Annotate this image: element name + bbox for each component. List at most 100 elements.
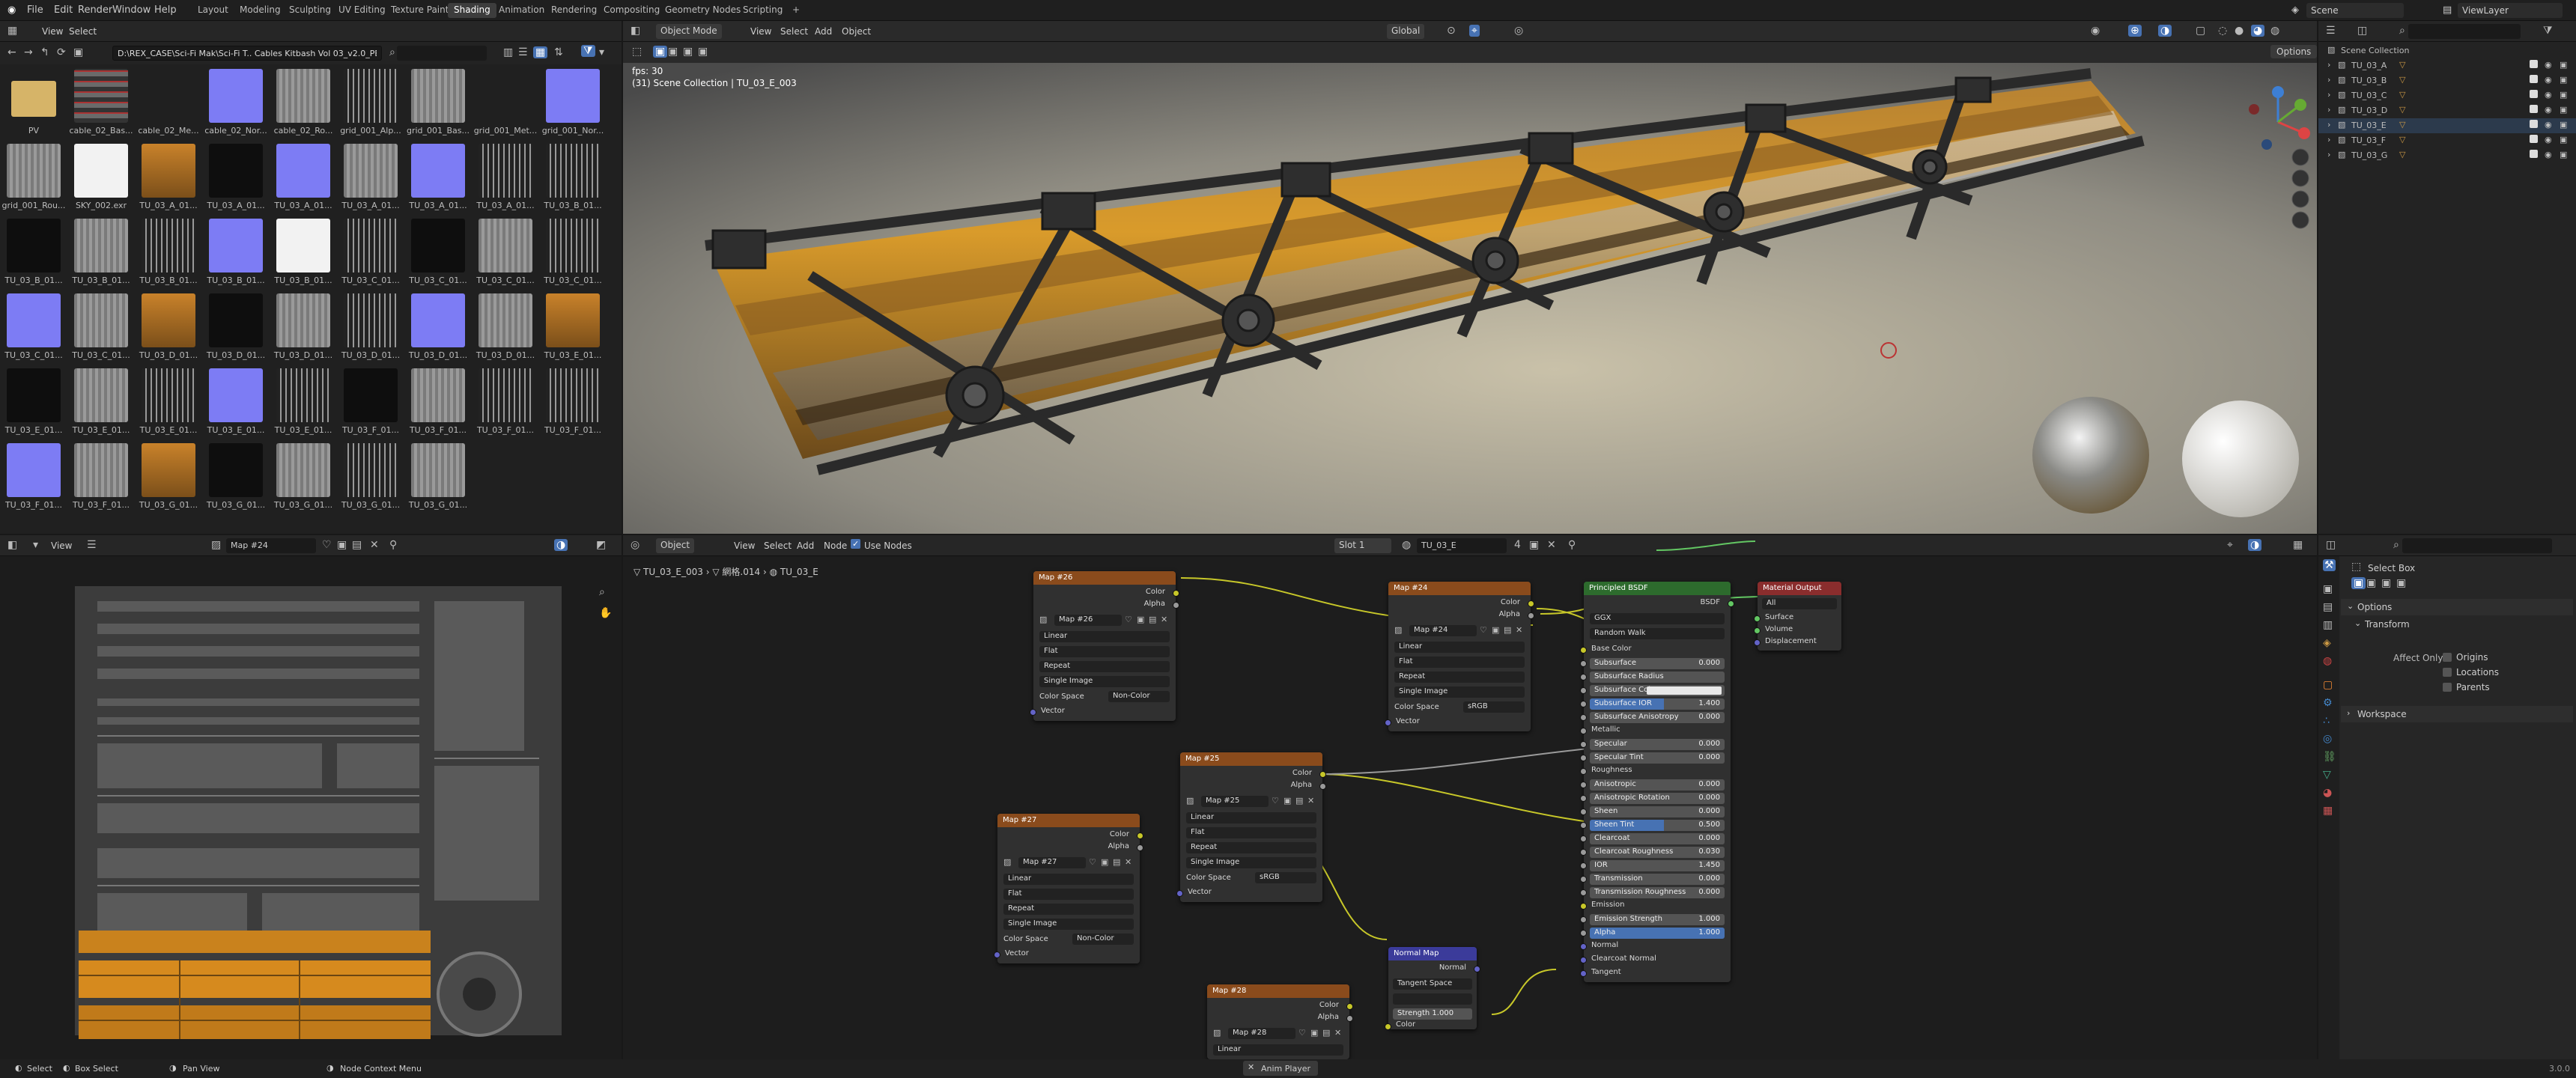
interpolation-dropdown[interactable]: Linear [1213,1044,1343,1056]
transform-subpanel-header[interactable]: ⌄ Transform [2348,616,2573,633]
open-image-icon[interactable]: ▤ [352,539,362,551]
3d-viewport[interactable]: ◧ Object Mode View Select Add Object Glo… [623,21,2317,534]
workspace-panel-header[interactable]: › Workspace [2341,706,2573,722]
visibility-eye-icon[interactable]: ◉ [2545,60,2552,70]
editor-type-icon[interactable]: ☰ [2326,25,2336,37]
output-color-socket[interactable] [1528,600,1534,607]
color-space-dropdown[interactable]: Non-Color [1072,934,1134,945]
input-volume-socket[interactable] [1754,627,1761,634]
render-camera-icon[interactable]: ▣ [2560,75,2567,85]
file-thumbnail[interactable] [209,219,263,272]
forward-icon[interactable]: → [24,46,33,58]
fake-user-icon[interactable]: ♡ [1480,625,1487,635]
render-camera-icon[interactable]: ▣ [2560,120,2567,130]
parents-checkbox[interactable] [2443,683,2452,692]
bsdf-field-socket[interactable] [1580,687,1587,694]
gizmo-toggle-icon[interactable]: ⊕ [2128,25,2142,37]
unlink-icon[interactable]: ✕ [1334,1028,1341,1038]
xray-icon[interactable]: ▢ [2196,25,2205,37]
output-normal-socket[interactable] [1474,966,1480,972]
select-mode-subtract-icon[interactable]: ▣ [683,46,693,58]
bsdf-field[interactable]: Clearcoat 0.000 [1590,833,1725,844]
metallic-socket[interactable] [1580,728,1587,734]
render-camera-icon[interactable]: ▣ [2560,105,2567,115]
input-vector-socket[interactable] [994,951,1000,958]
visibility-icon[interactable]: ◉ [2091,25,2100,37]
tab-texture-paint[interactable]: Texture Paint [385,3,455,18]
output-alpha-socket[interactable] [1173,602,1179,609]
file-thumbnail[interactable] [209,443,263,497]
bsdf-field-socket[interactable] [1580,835,1587,842]
file-thumbnail[interactable] [479,69,532,123]
file-thumbnail[interactable] [142,443,195,497]
mode-extend-icon[interactable]: ▣ [2366,577,2376,589]
file-thumbnail[interactable] [142,293,195,347]
tab-animation[interactable]: Animation [493,3,550,18]
file-thumbnail[interactable] [344,69,398,123]
bsdf-field-socket[interactable] [1580,916,1587,923]
base-color-socket[interactable] [1580,647,1587,654]
tab-compositing[interactable]: Compositing [598,3,666,18]
open-image-icon[interactable]: ▤ [1504,625,1511,635]
editor-mode-icon[interactable]: ▾ [33,539,38,551]
fake-user-icon[interactable]: ♡ [1272,796,1279,806]
bsdf-field-socket[interactable] [1580,701,1587,707]
interpolation-dropdown[interactable]: Linear [1039,631,1170,642]
unlink-image-icon[interactable]: ✕ [370,539,379,551]
fake-user-icon[interactable]: ♡ [1298,1028,1306,1038]
image-editor[interactable]: ◧ ▾ View ☰ ▨ Map #24 ♡ ▣ ▤ ✕ ⚲ ◑ ◩ ⌕ ✋ [0,535,622,1059]
mode-new-icon[interactable]: ▣ [2351,577,2366,589]
image-texture-node-map25[interactable]: Map #25 Color Alpha ▨ Map #25 ♡ ▣ ▤ ✕ Linear Flat R… [1176,752,1326,902]
shader-node-editor[interactable]: ◎ Object View Select Add Node ✓ Use Node… [623,535,2317,1059]
bsdf-field-socket[interactable] [1580,822,1587,829]
file-thumbnail[interactable] [7,368,61,422]
image-selector[interactable]: Map #27 [1018,857,1086,868]
tab-layout[interactable]: Layout [192,3,234,18]
file-thumbnail[interactable] [74,293,128,347]
file-thumbnail[interactable] [7,293,61,347]
projection-dropdown[interactable]: Flat [1003,889,1134,900]
target-dropdown[interactable]: All [1762,598,1837,609]
overlay-toggle-icon[interactable]: ◑ [2158,25,2172,37]
file-thumbnail[interactable] [344,368,398,422]
outliner-search-input[interactable] [2408,24,2521,39]
image-texture-node-map27[interactable]: Map #27 Color Alpha ▨ Map #27 ♡ ▣ ▤ ✕ Linear Flat R… [994,814,1143,963]
blender-logo-icon[interactable]: ◉ [7,4,16,16]
file-thumbnail[interactable] [74,219,128,272]
new-image-icon[interactable]: ▣ [337,539,347,551]
rendered-shading-icon[interactable]: ◍ [2270,25,2279,37]
bsdf-field[interactable]: Alpha 1.000 [1590,928,1725,939]
bsdf-field[interactable]: Specular 0.000 [1590,739,1725,750]
input-surface-socket[interactable] [1754,615,1761,622]
mode-subtract-icon[interactable]: ▣ [2381,577,2391,589]
bsdf-field[interactable]: Sheen Tint 0.500 [1590,820,1725,831]
proportional-edit-icon[interactable]: ◎ [1514,25,1523,37]
outliner-row[interactable]: › ▧ TU_03_A ▽ ◉ ▣ [2318,58,2576,73]
view-layer-tab-icon[interactable]: ▥ [2323,619,2333,631]
bsdf-field-socket[interactable] [1580,660,1587,667]
visibility-eye-icon[interactable]: ◉ [2545,75,2552,85]
tab-sculpting[interactable]: Sculpting [283,3,337,18]
particles-tab-icon[interactable]: ∴ [2323,715,2330,727]
fb-menu-view[interactable]: View [42,26,63,37]
new-image-icon[interactable]: ▣ [1101,857,1108,867]
file-thumbnail[interactable] [546,219,600,272]
output-alpha-socket[interactable] [1528,612,1534,619]
file-thumbnail[interactable] [142,219,195,272]
interpolation-dropdown[interactable]: Linear [1003,874,1134,885]
bsdf-field[interactable]: Anisotropic Rotation 0.000 [1590,793,1725,804]
expand-arrow-icon[interactable]: › [2327,135,2330,144]
origins-checkbox[interactable] [2443,653,2452,662]
display-mode-icon[interactable]: ◫ [2357,25,2367,37]
zoom-icon[interactable]: ⌕ [599,586,605,598]
tangent-socket[interactable] [1580,970,1587,977]
options-button[interactable]: Options [2270,45,2317,58]
tool-tab-icon[interactable]: ⚒ [2323,559,2336,571]
color-swatch[interactable] [1647,686,1722,695]
bsdf-field-socket[interactable] [1580,741,1587,748]
filter-icon[interactable]: ⧩ [2543,25,2553,37]
normal-map-node[interactable]: Normal Map Normal Tangent Space Strength 1.… [1385,947,1480,1030]
outliner-row[interactable]: › ▧ TU_03_E ▽ ◉ ▣ [2318,118,2576,133]
file-thumbnail[interactable] [209,144,263,198]
physics-tab-icon[interactable]: ◎ [2323,733,2332,745]
